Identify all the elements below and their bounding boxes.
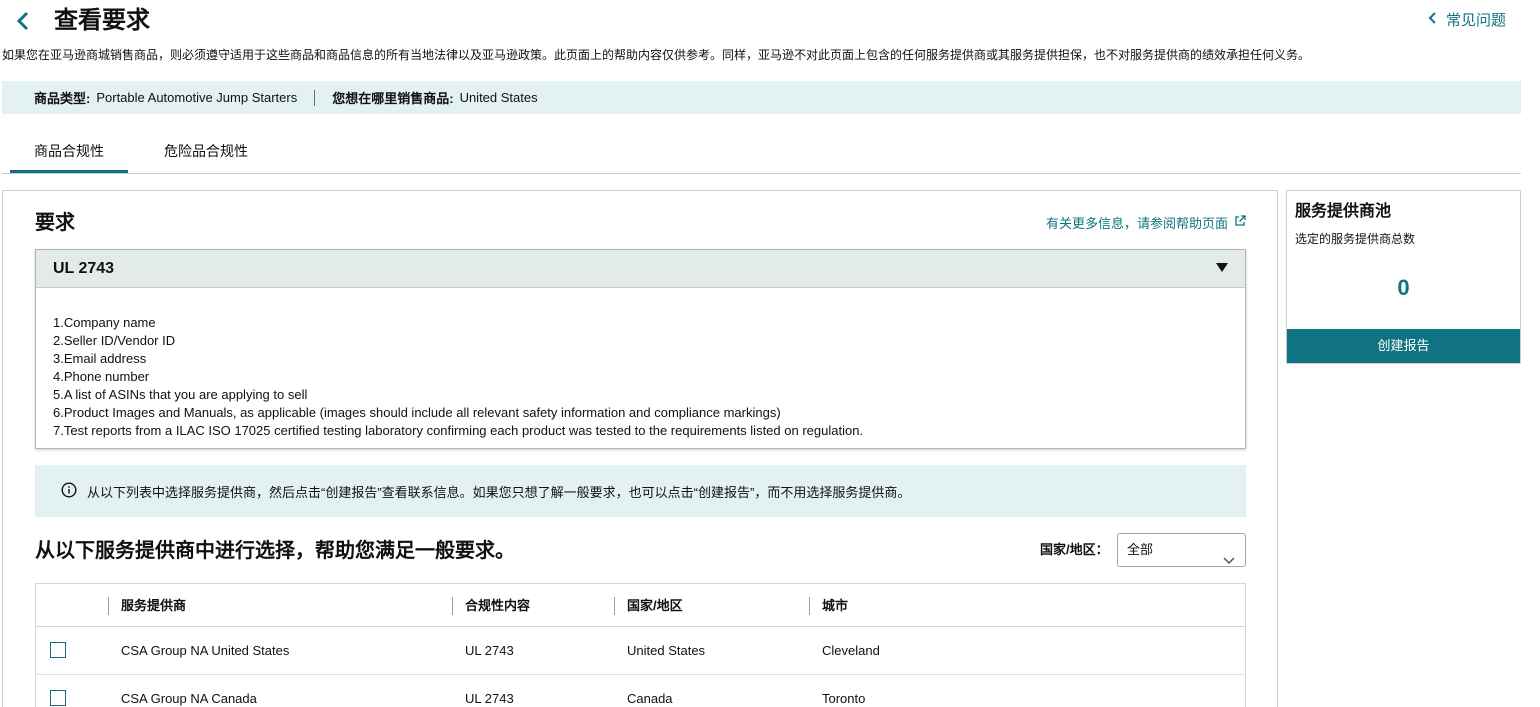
pool-subtitle: 选定的服务提供商总数 (1295, 232, 1416, 246)
faq-link[interactable]: 常见问题 (1428, 11, 1506, 31)
provider-name: CSA Group NA United States (121, 643, 290, 658)
help-page-link[interactable]: 有关更多信息，请参阅帮助页面 (1046, 213, 1246, 232)
provider-country: United States (627, 643, 706, 658)
provider-country: Canada (627, 691, 673, 706)
column-header-country[interactable]: 国家/地区 (614, 597, 683, 615)
back-chevron-icon[interactable] (14, 9, 34, 33)
page-header: 查看要求 常见问题 (0, 0, 1540, 42)
product-type-label: 商品类型: (34, 91, 91, 106)
providers-table: 服务提供商 合规性内容 国家/地区 城市 CSA Group NA United… (35, 583, 1246, 707)
product-type-value: Portable Automotive Jump Starters (96, 90, 298, 105)
row-checkbox[interactable] (50, 690, 66, 706)
requirement-item: 2.Seller ID/Vendor ID (53, 333, 176, 348)
table-row: CSA Group NA United States UL 2743 Unite… (36, 627, 1245, 675)
requirement-item: 7.Test reports from a ILAC ISO 17025 cer… (53, 423, 864, 438)
requirement-item: 3.Email address (53, 351, 147, 366)
selected-provider-count: 0 (1397, 275, 1410, 300)
external-link-icon (1234, 215, 1246, 230)
divider (314, 89, 316, 106)
sell-location-label: 您想在哪里销售商品: (332, 91, 454, 106)
requirements-title: 要求 (35, 212, 75, 234)
requirement-item: 1.Company name (53, 315, 156, 330)
compliance-tabs: 商品合规性 危险品合规性 (2, 130, 1521, 174)
pool-title: 服务提供商池 (1295, 203, 1392, 220)
info-icon (61, 481, 77, 501)
table-header: 服务提供商 合规性内容 国家/地区 城市 (36, 584, 1245, 627)
row-checkbox[interactable] (50, 642, 66, 658)
tab-product-compliance[interactable]: 商品合规性 (10, 130, 128, 173)
page-title: 查看要求 (54, 7, 150, 34)
compliance-content: UL 2743 (465, 691, 514, 706)
create-report-button[interactable]: 创建报告 (1287, 329, 1520, 363)
requirement-item: 4.Phone number (53, 369, 150, 384)
country-filter-label: 国家/地区： (1040, 542, 1109, 557)
requirement-accordion: UL 2743 1.Company name 2.Seller ID/Vendo… (35, 249, 1246, 449)
table-row: CSA Group NA Canada UL 2743 Canada Toron… (36, 675, 1245, 707)
caret-down-icon (1216, 260, 1228, 278)
info-notice: 从以下列表中选择服务提供商，然后点击“创建报告”查看联系信息。如果您只想了解一般… (35, 465, 1246, 517)
column-header-provider[interactable]: 服务提供商 (108, 597, 186, 615)
disclaimer-text: 如果您在亚马逊商城销售商品，则必须遵守适用于这些商品和商品信息的所有当地法律以及… (2, 48, 1311, 62)
accordion-title: UL 2743 (53, 259, 115, 277)
requirement-item: 6.Product Images and Manuals, as applica… (53, 405, 781, 420)
chevron-left-icon (1428, 11, 1438, 31)
chevron-down-icon (1223, 545, 1235, 577)
product-info-bar: 商品类型: Portable Automotive Jump Starters … (2, 81, 1521, 114)
requirements-panel: 要求 有关更多信息，请参阅帮助页面 UL 2743 1.Company name… (2, 190, 1278, 707)
providers-heading: 从以下服务提供商中进行选择，帮助您满足一般要求。 (35, 540, 515, 562)
help-link-label: 有关更多信息，请参阅帮助页面 (1045, 216, 1228, 231)
provider-city: Cleveland (822, 643, 880, 658)
faq-label: 常见问题 (1445, 12, 1506, 29)
column-header-compliance[interactable]: 合规性内容 (452, 597, 530, 615)
provider-city: Toronto (822, 691, 866, 706)
provider-name: CSA Group NA Canada (121, 691, 257, 706)
sell-location-value: United States (459, 90, 538, 105)
requirement-item: 5.A list of ASINs that you are applying … (53, 387, 308, 402)
requirement-list: 1.Company name 2.Seller ID/Vendor ID 3.E… (36, 288, 1245, 440)
country-filter-value: 全部 (1127, 542, 1154, 557)
accordion-header[interactable]: UL 2743 (36, 250, 1245, 288)
tab-dangerous-goods-compliance[interactable]: 危险品合规性 (150, 130, 262, 173)
notice-text: 从以下列表中选择服务提供商，然后点击“创建报告”查看联系信息。如果您只想了解一般… (87, 484, 911, 500)
compliance-content: UL 2743 (465, 643, 514, 658)
provider-pool-panel: 服务提供商池 选定的服务提供商总数 0 创建报告 (1286, 190, 1521, 364)
country-filter-select[interactable]: 全部 (1117, 533, 1246, 567)
column-header-city[interactable]: 城市 (809, 597, 848, 615)
